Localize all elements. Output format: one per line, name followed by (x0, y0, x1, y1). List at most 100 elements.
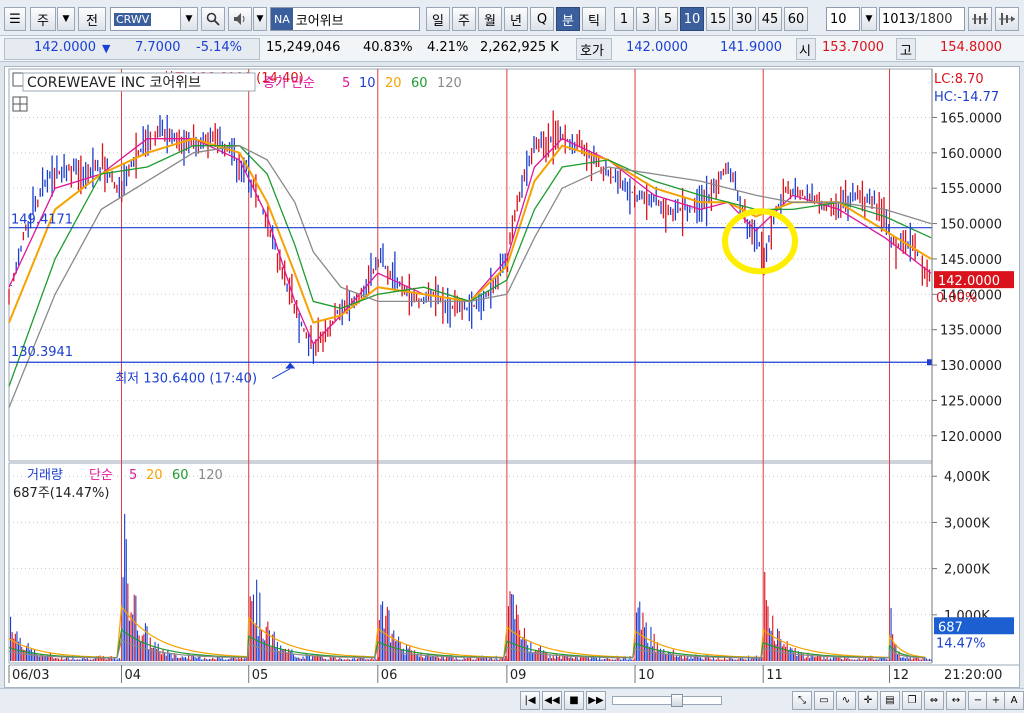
volume-bar (321, 657, 323, 661)
volume-bar (583, 657, 585, 661)
volume-bar (876, 659, 878, 661)
volume-bar (390, 642, 392, 661)
volume-bar (507, 606, 509, 661)
zoom-in-icon[interactable]: + (986, 691, 1006, 710)
symbol-dropdown-icon[interactable]: ▼ (180, 7, 198, 31)
volume-bar (709, 658, 711, 661)
volume-bar (62, 659, 64, 661)
volume-bar (896, 654, 898, 661)
forward-icon[interactable]: ▶▶ (586, 691, 606, 710)
symbol-name-field[interactable]: NA 코어위브 (270, 7, 420, 31)
volume-bar (254, 623, 256, 661)
volume-bar (498, 659, 500, 661)
volume-bar (494, 659, 496, 661)
volume-bar (714, 659, 716, 661)
turnover-rate: 4.21% (427, 40, 469, 55)
scroll-track[interactable] (612, 694, 722, 707)
volume-bar (762, 657, 764, 661)
period-tab-4[interactable]: Q (530, 7, 554, 31)
volume-bar (908, 658, 910, 661)
chart-tools-icon[interactable] (995, 7, 1019, 31)
legend-ma-5: 5 (342, 76, 350, 91)
volume-tick-label-3: 4,000K (944, 470, 990, 485)
volume-bar (505, 655, 507, 661)
period-tab-2[interactable]: 월 (478, 7, 502, 31)
volume-bar (619, 659, 621, 661)
speaker-icon[interactable] (228, 7, 252, 31)
period-tab-0[interactable]: 일 (426, 7, 450, 31)
window-icon[interactable]: ▤ (880, 691, 900, 710)
chart-canvas[interactable]: 149.4171130.3941최고 166.6000 (14:40)최저 13… (5, 67, 1019, 687)
interval-tab-45[interactable]: 45 (758, 7, 782, 31)
zoom-out-icon[interactable]: − (968, 691, 988, 710)
volume-bar (300, 659, 302, 661)
volume-bar (369, 659, 371, 661)
volume-bar (653, 633, 655, 661)
volume-bar (568, 657, 570, 661)
interval-tab-1[interactable]: 1 (614, 7, 634, 31)
chart-frame[interactable]: 149.4171130.3941최고 166.6000 (14:40)최저 13… (4, 66, 1020, 688)
volume-bar (143, 634, 145, 661)
volume-bar (378, 620, 380, 661)
text-tool-icon[interactable]: A (1004, 691, 1024, 710)
volume-bar (239, 658, 241, 661)
volume-bar (528, 651, 530, 661)
current-price-tag: 142.0000 (938, 274, 1000, 289)
chevron-down-icon[interactable]: ▼ (57, 7, 75, 31)
chart-type-icon[interactable]: ▭ (814, 691, 834, 710)
rewind-icon[interactable]: ◀◀ (542, 691, 562, 710)
volume-bar (658, 651, 660, 661)
scroll-thumb[interactable] (671, 694, 683, 707)
zoom-in-chart-icon[interactable]: ⤡ (792, 691, 812, 710)
search-icon[interactable] (201, 7, 225, 31)
shrink-icon[interactable]: ↔ (946, 691, 966, 710)
fit-icon[interactable]: ⇔ (924, 691, 944, 710)
volume-bar (189, 659, 191, 661)
period-tab-6[interactable]: 틱 (582, 7, 606, 31)
period-tab-1[interactable]: 주 (452, 7, 476, 31)
prev-button[interactable]: 전 (78, 7, 106, 31)
interval-tab-5[interactable]: 5 (658, 7, 678, 31)
volume-bar (842, 659, 844, 661)
interval-dropdown-icon[interactable]: ▼ (861, 7, 877, 31)
period-button[interactable]: 주 (30, 7, 56, 31)
interval-tab-30[interactable]: 30 (732, 7, 756, 31)
volume-bar (345, 659, 347, 661)
volume-bar (648, 646, 650, 661)
scroll-start-icon[interactable]: |◀ (520, 691, 540, 710)
volume-bar (666, 654, 668, 661)
volume-bar (425, 655, 427, 661)
copy-icon[interactable]: ❐ (902, 691, 922, 710)
volume-bar (242, 659, 244, 661)
crosshair-icon[interactable]: ✛ (858, 691, 878, 710)
stop-icon[interactable]: ■ (564, 691, 584, 710)
volume-bar (213, 658, 215, 661)
interval-tab-10[interactable]: 10 (680, 7, 704, 31)
interval-tab-60[interactable]: 60 (784, 7, 808, 31)
volume-bar (331, 657, 333, 661)
grid-layer (8, 68, 933, 664)
high-price: 154.8000 (940, 40, 1003, 55)
interval-tab-3[interactable]: 3 (636, 7, 656, 31)
ask-price: 142.0000 (626, 40, 689, 55)
period-tab-5[interactable]: 분 (556, 7, 580, 31)
volume-bar (297, 657, 299, 661)
interval-tab-15[interactable]: 15 (706, 7, 730, 31)
count-field[interactable]: 1013 /1800 (879, 7, 965, 31)
volume-bar (165, 655, 167, 661)
volume-bar (350, 659, 352, 661)
volume-ratio: 40.83% (363, 40, 413, 55)
volume-bar (212, 657, 214, 661)
volume-bar (578, 659, 580, 661)
speaker-dropdown-icon[interactable]: ▼ (253, 7, 267, 31)
volume-bar (903, 657, 905, 661)
menu-icon[interactable]: ☰ (4, 7, 26, 31)
volume-bar (738, 658, 740, 661)
volume-bar (805, 657, 807, 661)
chart-settings-icon[interactable] (968, 7, 992, 31)
line-chart-icon[interactable]: ∿ (836, 691, 856, 710)
volume-bar (262, 638, 264, 661)
interval-input[interactable]: 10 (826, 7, 860, 31)
period-tab-3[interactable]: 년 (504, 7, 528, 31)
volume-bar (544, 651, 546, 661)
